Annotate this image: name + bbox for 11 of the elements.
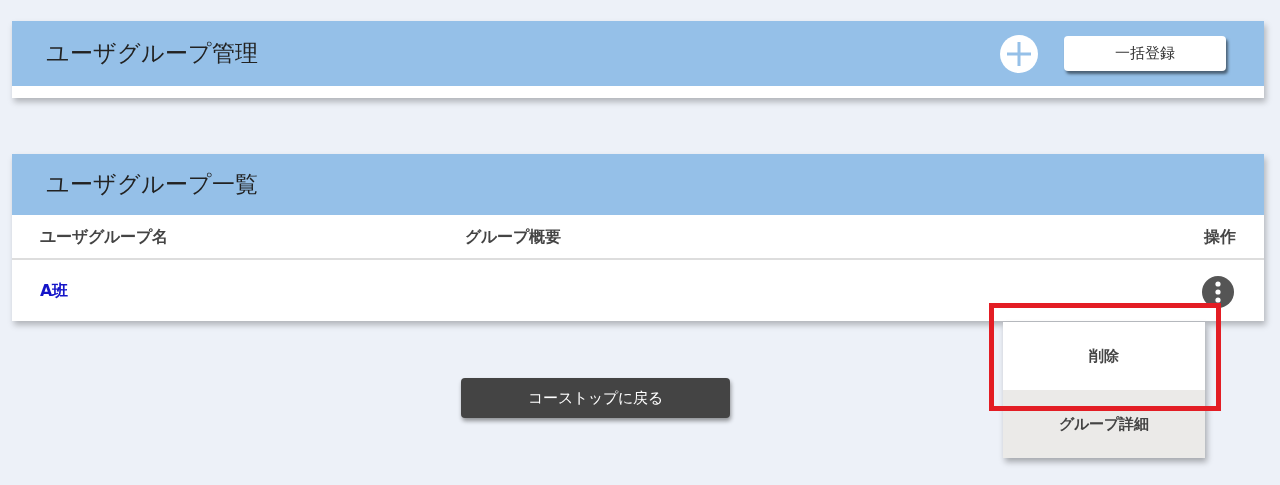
page-title: ユーザグループ管理 (46, 39, 258, 69)
section-title: ユーザグループ一覧 (46, 170, 258, 200)
back-button[interactable]: コーストップに戻る (460, 378, 730, 418)
column-header: 操作 (1202, 225, 1236, 248)
column-header: ユーザグループ名 (40, 225, 169, 248)
column-header: グループ概要 (465, 225, 562, 248)
menu-item[interactable]: グループ詳細 (1003, 390, 1205, 458)
group-name-link[interactable]: A班 (40, 278, 465, 303)
more-options-icon[interactable] (1202, 275, 1234, 308)
menu-item[interactable]: 削除 (1003, 322, 1205, 390)
bulk-register-button[interactable]: 一括登録 (1064, 36, 1226, 71)
